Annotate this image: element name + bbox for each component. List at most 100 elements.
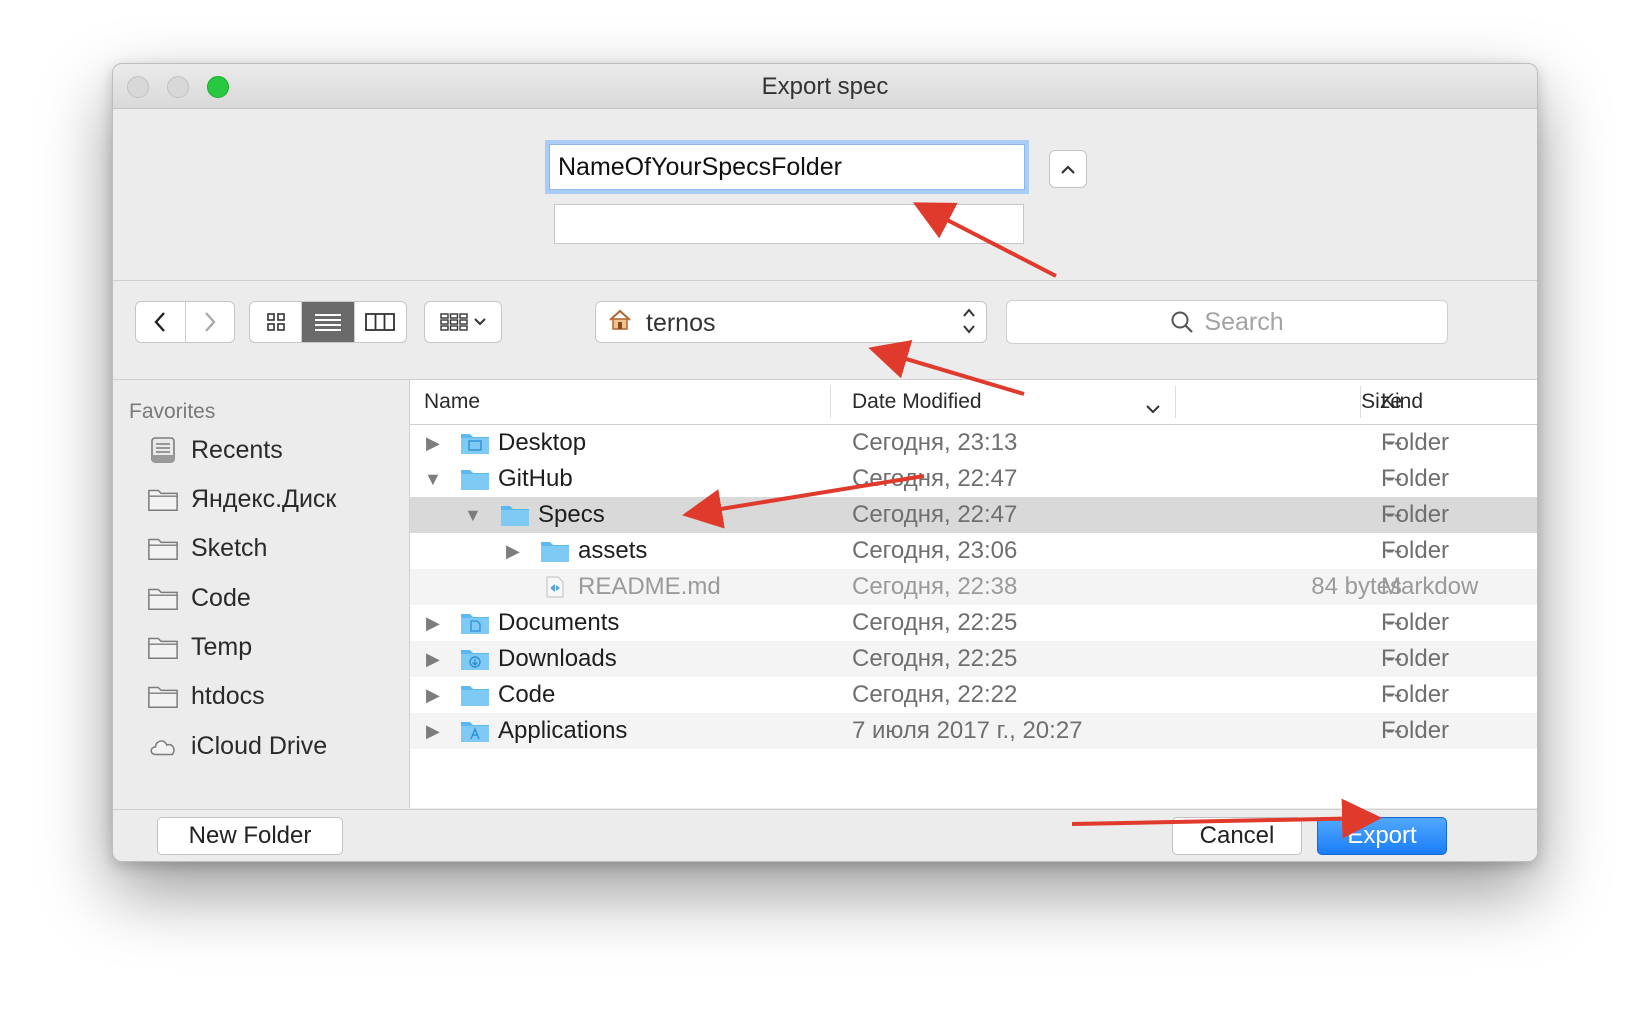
folder-icon [540, 539, 570, 570]
forward-button[interactable] [186, 302, 235, 342]
chevron-down-icon [474, 318, 486, 326]
file-name: Code [498, 681, 556, 708]
new-folder-button[interactable]: New Folder [157, 817, 343, 855]
column-date-modified[interactable]: Date Modified [852, 390, 982, 414]
columns-icon [365, 313, 396, 331]
column-name[interactable]: Name [424, 390, 480, 414]
search-field[interactable]: Search [1006, 300, 1448, 344]
file-date: Сегодня, 23:06 [852, 537, 1018, 564]
sidebar-item-temp[interactable]: Temp [147, 629, 252, 665]
file-row-assets[interactable]: ▶ assets Сегодня, 23:06 -- Folder [410, 533, 1537, 569]
sidebar-item-yandex-disk[interactable]: Яндекс.Диск [147, 481, 336, 517]
file-row-specs[interactable]: ▼ Specs Сегодня, 22:47 -- Folder [410, 497, 1537, 533]
sidebar-item-htdocs[interactable]: htdocs [147, 678, 265, 714]
file-name: Specs [538, 501, 605, 528]
tags-field[interactable] [554, 204, 1024, 244]
folder-icon [147, 534, 179, 562]
export-to-field[interactable]: NameOfYourSpecsFolder [549, 144, 1025, 190]
list-view-button[interactable] [302, 302, 355, 342]
disclosure-right-icon[interactable]: ▶ [426, 433, 440, 454]
disclosure-down-icon[interactable]: ▼ [424, 469, 442, 490]
window-title: Export spec [761, 73, 889, 100]
location-popup[interactable]: ternos [595, 301, 987, 343]
export-options: Export to: NameOfYourSpecsFolder Tags: [113, 109, 1537, 281]
disclosure-right-icon[interactable]: ▶ [506, 541, 520, 562]
file-name: Applications [498, 717, 628, 744]
sidebar-item-label: Code [191, 583, 251, 612]
file-date: Сегодня, 22:25 [852, 645, 1018, 672]
file-kind: Folder [1381, 501, 1450, 528]
sidebar-item-label: Яндекс.Диск [191, 484, 337, 513]
sort-chevron-icon [1146, 396, 1160, 420]
file-row-documents[interactable]: ▶ Documents Сегодня, 22:25 -- Folder [410, 605, 1537, 641]
folder-icon [147, 485, 179, 513]
disclosure-down-icon[interactable]: ▼ [464, 505, 482, 526]
icon-view-button[interactable] [250, 302, 303, 342]
folder-icon [460, 683, 490, 714]
export-button[interactable]: Export [1317, 817, 1447, 855]
file-kind: Folder [1381, 717, 1450, 744]
file-date: 7 июля 2017 г., 20:27 [852, 717, 1083, 744]
dialog-footer: New Folder Cancel Export [113, 809, 1537, 861]
file-name: README.md [578, 573, 721, 600]
column-view-button[interactable] [355, 302, 406, 342]
export-dialog: Export spec Export to: NameOfYourSpecsFo… [112, 63, 1538, 862]
file-browser: Name Date Modified Size Kind ▶ Desktop С… [410, 380, 1537, 808]
file-row-desktop[interactable]: ▶ Desktop Сегодня, 23:13 -- Folder [410, 425, 1537, 461]
file-name: GitHub [498, 465, 573, 492]
markdown-file-icon [544, 575, 566, 606]
sidebar-item-icloud-drive[interactable]: iCloud Drive [147, 728, 327, 764]
list-icon [314, 314, 341, 331]
file-row-applications[interactable]: ▶ Applications 7 июля 2017 г., 20:27 -- … [410, 713, 1537, 749]
documents-folder-icon [460, 611, 490, 642]
disclosure-right-icon[interactable]: ▶ [426, 721, 440, 742]
disclosure-right-icon[interactable]: ▶ [426, 685, 440, 706]
file-kind: Folder [1381, 645, 1450, 672]
recents-icon [147, 436, 179, 464]
folder-icon [147, 633, 179, 661]
sidebar-item-label: iCloud Drive [191, 731, 328, 760]
column-kind[interactable]: Kind [1381, 390, 1423, 414]
disclosure-right-icon[interactable]: ▶ [426, 649, 440, 670]
file-row-github[interactable]: ▼ GitHub Сегодня, 22:47 -- Folder [410, 461, 1537, 497]
desktop-folder-icon [460, 431, 490, 462]
file-date: Сегодня, 22:47 [852, 465, 1018, 492]
folder-icon [460, 467, 490, 498]
sidebar: Favorites Recents Яндекс.Диск Sketch Cod… [113, 380, 410, 808]
file-date: Сегодня, 23:13 [852, 429, 1018, 456]
sidebar-item-sketch[interactable]: Sketch [147, 530, 267, 566]
disclosure-right-icon[interactable]: ▶ [426, 613, 440, 634]
cloud-icon [147, 732, 179, 760]
file-name: Documents [498, 609, 620, 636]
group-icon [440, 313, 468, 331]
file-kind: Folder [1381, 465, 1450, 492]
sidebar-item-label: Sketch [191, 533, 268, 562]
navigation-buttons [135, 301, 235, 343]
grid-icon [266, 313, 285, 331]
folder-icon [500, 503, 530, 534]
file-name: Desktop [498, 429, 587, 456]
file-row-downloads[interactable]: ▶ Downloads Сегодня, 22:25 -- Folder [410, 641, 1537, 677]
file-row-readme[interactable]: README.md Сегодня, 22:38 84 bytes Markdo… [410, 569, 1537, 605]
cancel-button[interactable]: Cancel [1172, 817, 1302, 855]
file-row-code[interactable]: ▶ Code Сегодня, 22:22 -- Folder [410, 677, 1537, 713]
sidebar-item-label: Temp [191, 632, 253, 661]
sidebar-item-recents[interactable]: Recents [147, 432, 283, 468]
file-kind: Folder [1381, 609, 1450, 636]
sidebar-item-code[interactable]: Code [147, 580, 251, 616]
search-placeholder: Search [1204, 307, 1284, 336]
group-by-button[interactable] [424, 301, 502, 343]
file-name: Downloads [498, 645, 617, 672]
file-name: assets [578, 537, 648, 564]
location-label: ternos [646, 309, 716, 337]
browser-toolbar: ternos Search [113, 281, 1537, 380]
home-icon [608, 309, 632, 337]
applications-folder-icon [460, 719, 490, 750]
file-kind: Folder [1381, 537, 1450, 564]
folder-icon [147, 682, 179, 710]
back-button[interactable] [136, 302, 186, 342]
view-mode-switcher [249, 301, 407, 343]
collapse-browser-button[interactable] [1049, 150, 1087, 188]
file-kind: Folder [1381, 681, 1450, 708]
updown-chevron-icon [962, 304, 976, 342]
